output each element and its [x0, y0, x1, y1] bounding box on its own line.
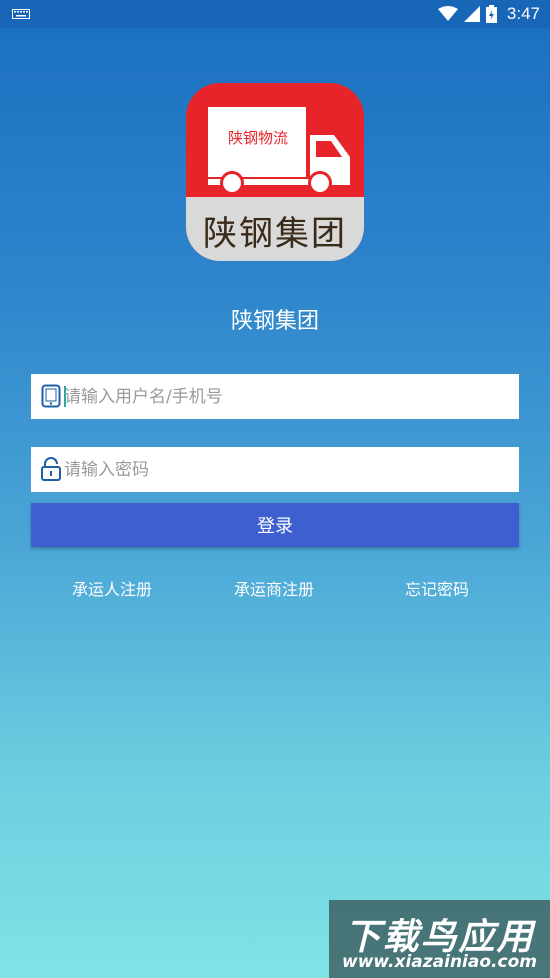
watermark: 下载鸟应用 www.xiazainiao.com — [329, 900, 550, 978]
password-field[interactable] — [31, 447, 519, 492]
status-time: 3:47 — [506, 4, 540, 23]
wifi-icon — [437, 6, 458, 21]
login-button[interactable]: 登录 — [31, 503, 519, 547]
password-input[interactable] — [64, 447, 514, 492]
carrier-company-register-link[interactable]: 承运商注册 — [234, 576, 314, 600]
watermark-url: www.xiazainiao.com — [342, 952, 537, 972]
phone-icon — [41, 384, 61, 408]
status-bar: 3:47 — [0, 0, 550, 28]
signal-icon — [463, 6, 480, 22]
username-input[interactable] — [64, 374, 514, 419]
forgot-password-link[interactable]: 忘记密码 — [405, 576, 469, 600]
logo-truck-text: 陕钢物流 — [227, 129, 288, 147]
username-field[interactable] — [31, 374, 519, 419]
auth-links: 承运人注册 承运商注册 忘记密码 — [0, 576, 550, 599]
app-logo: 陕钢物流 陕钢集团 — [186, 83, 364, 261]
keyboard-icon — [12, 9, 30, 19]
truck-icon — [208, 107, 350, 195]
carrier-register-link[interactable]: 承运人注册 — [72, 576, 152, 600]
app-title: 陕钢集团 — [230, 309, 319, 334]
battery-icon — [485, 5, 497, 23]
lock-icon — [41, 457, 61, 481]
logo-band-text: 陕钢集团 — [203, 214, 347, 254]
logo-band: 陕钢集团 — [186, 197, 364, 261]
